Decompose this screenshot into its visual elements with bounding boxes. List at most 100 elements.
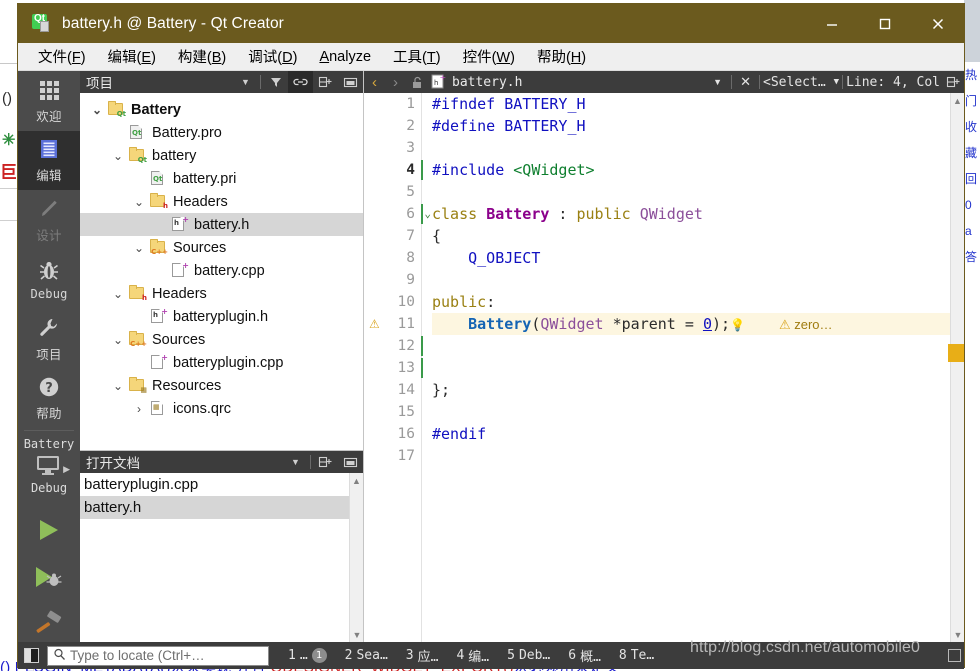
gutter-line-14[interactable]: 14 bbox=[364, 379, 421, 401]
chevron-down-icon[interactable]: ▼ bbox=[707, 71, 728, 93]
gutter-line-11[interactable]: ⚠ 11 bbox=[364, 313, 421, 335]
tree-item-headers[interactable]: ⌄ h Headers bbox=[80, 190, 363, 213]
menu-item-5[interactable]: 工具(T) bbox=[382, 44, 452, 69]
kit-selector[interactable]: Battery ▶ Debug bbox=[18, 431, 80, 499]
open-document-1[interactable]: batteryplugin.cpp bbox=[80, 473, 363, 496]
code-line-17[interactable] bbox=[432, 445, 964, 467]
code-line-13[interactable] bbox=[432, 357, 964, 379]
output-pane-2[interactable]: 2 Sea… bbox=[336, 648, 397, 663]
code-line-5[interactable] bbox=[432, 181, 964, 203]
tree-item-battery-h[interactable]: h + battery.h bbox=[80, 213, 363, 236]
chevron-down-icon[interactable]: ▼ bbox=[834, 77, 839, 87]
chevron-up-icon[interactable]: ▲ bbox=[350, 473, 363, 488]
warning-marker[interactable] bbox=[948, 344, 964, 362]
output-pane-3[interactable]: 3 应… bbox=[397, 646, 448, 665]
mode-Debug[interactable]: Debug bbox=[18, 250, 80, 310]
code-line-15[interactable] bbox=[432, 401, 964, 423]
open-document-0[interactable]: battery.h bbox=[80, 496, 363, 519]
menu-item-2[interactable]: 构建(B) bbox=[167, 44, 237, 69]
code-line-3[interactable] bbox=[432, 137, 964, 159]
tree-item-headers[interactable]: ⌄ h Headers bbox=[80, 282, 363, 305]
gutter-line-10[interactable]: 10 bbox=[364, 291, 421, 313]
menu-item-0[interactable]: 文件(F) bbox=[27, 44, 97, 69]
opendocs-dropdown-icon[interactable]: ▼ bbox=[283, 451, 308, 473]
chevron-down-icon[interactable]: ▼ bbox=[951, 627, 964, 642]
menu-item-4[interactable]: Analyze bbox=[308, 47, 382, 67]
close-icon[interactable]: ✕ bbox=[735, 71, 756, 93]
unlocked-icon[interactable] bbox=[406, 76, 428, 89]
code-line-14[interactable]: }; bbox=[432, 379, 964, 401]
filter-dropdown-icon[interactable]: ▼ bbox=[233, 71, 258, 93]
build-button[interactable] bbox=[29, 611, 69, 642]
gutter-line-2[interactable]: 2 bbox=[364, 115, 421, 137]
gutter-line-4[interactable]: 4 bbox=[364, 159, 423, 181]
code-line-2[interactable]: #define BATTERY_H bbox=[432, 115, 964, 137]
menu-item-3[interactable]: 调试(D) bbox=[237, 44, 308, 69]
output-pane-4[interactable]: 4 编… bbox=[447, 646, 498, 665]
chevron-down-icon[interactable]: ⌄ bbox=[130, 241, 148, 255]
chevron-down-icon[interactable]: ⌄ bbox=[109, 333, 127, 347]
chevron-right-icon[interactable]: › bbox=[385, 71, 406, 93]
editor-code[interactable]: #ifndef BATTERY_H #define BATTERY_H #incl… bbox=[422, 93, 964, 642]
minimize-panel-icon[interactable] bbox=[338, 71, 363, 93]
chevron-up-icon[interactable]: ▲ bbox=[951, 93, 964, 108]
tree-item-resources[interactable]: ⌄ ▦ Resources bbox=[80, 374, 363, 397]
code-line-6[interactable]: class Battery : public QWidget bbox=[432, 203, 964, 225]
tree-item-battery-pri[interactable]: Qt battery.pri bbox=[80, 167, 363, 190]
menu-item-7[interactable]: 帮助(H) bbox=[526, 44, 597, 69]
chevron-down-icon[interactable]: ⌄ bbox=[88, 103, 106, 117]
link-sync-icon[interactable] bbox=[288, 71, 313, 93]
menu-item-6[interactable]: 控件(W) bbox=[452, 44, 526, 69]
lightbulb-icon[interactable]: 💡 bbox=[730, 318, 745, 332]
code-line-16[interactable]: #endif bbox=[432, 423, 964, 445]
progress-square-icon[interactable] bbox=[948, 649, 961, 662]
warning-triangle-icon[interactable]: ⚠ bbox=[369, 317, 380, 331]
output-pane-1[interactable]: 1… 1 bbox=[279, 648, 336, 663]
code-line-12[interactable] bbox=[432, 335, 964, 357]
output-pane-5[interactable]: 5 Deb… bbox=[498, 648, 559, 663]
split-add-icon[interactable] bbox=[943, 71, 964, 93]
gutter-line-7[interactable]: 7 bbox=[364, 225, 421, 247]
editor-scrollbar[interactable]: ▲ ▼ bbox=[948, 93, 964, 642]
filter-icon[interactable] bbox=[263, 71, 288, 93]
project-tree[interactable]: ⌄ Qt Battery Qt Battery.pro ⌄ Qt battery Qt batte… bbox=[80, 93, 363, 450]
tree-item-sources[interactable]: ⌄ C++ Sources bbox=[80, 328, 363, 351]
open-documents-list[interactable]: batteryplugin.cpp battery.h ▲ ▼ bbox=[80, 473, 363, 642]
code-line-11[interactable]: Battery(QWidget *parent = 0);💡 ⚠ zero… bbox=[432, 313, 964, 335]
tree-item-icons-qrc[interactable]: › ▦ icons.qrc bbox=[80, 397, 363, 420]
editor-area[interactable]: 1 2 3 4 5 6 ⌄ 7 8 9 10 ⚠ 11 12 13 14 15 16 17 #ifndef BATT… bbox=[364, 93, 964, 642]
chevron-down-icon[interactable]: ⌄ bbox=[130, 195, 148, 209]
gutter-line-1[interactable]: 1 bbox=[364, 93, 421, 115]
code-line-9[interactable] bbox=[432, 269, 964, 291]
tree-item-batteryplugin-cpp[interactable]: + batteryplugin.cpp bbox=[80, 351, 363, 374]
editor-gutter[interactable]: 1 2 3 4 5 6 ⌄ 7 8 9 10 ⚠ 11 12 13 14 15 16 17 bbox=[364, 93, 431, 642]
minimize-icon[interactable] bbox=[805, 4, 858, 43]
tree-item-battery-pro[interactable]: Qt Battery.pro bbox=[80, 121, 363, 144]
run-button[interactable] bbox=[29, 518, 69, 548]
code-line-7[interactable]: { bbox=[432, 225, 964, 247]
gutter-line-3[interactable]: 3 bbox=[364, 137, 421, 159]
gutter-line-12[interactable]: 12 bbox=[364, 335, 423, 357]
tree-item-battery[interactable]: ⌄ Qt battery bbox=[80, 144, 363, 167]
sidebar-toggle-icon[interactable] bbox=[18, 642, 44, 669]
editor-filename[interactable]: battery.h bbox=[452, 75, 522, 90]
symbol-selector[interactable]: <Select… ▼ bbox=[763, 75, 839, 90]
close-icon[interactable] bbox=[911, 4, 964, 43]
minimize-panel-icon[interactable] bbox=[338, 451, 363, 473]
tree-item-battery[interactable]: ⌄ Qt Battery bbox=[80, 98, 363, 121]
chevron-left-icon[interactable]: ‹ bbox=[364, 71, 385, 93]
maximize-icon[interactable] bbox=[858, 4, 911, 43]
gutter-line-16[interactable]: 16 bbox=[364, 423, 421, 445]
open-documents-scrollbar[interactable]: ▲ ▼ bbox=[349, 473, 363, 642]
code-line-8[interactable]: Q_OBJECT bbox=[432, 247, 964, 269]
gutter-line-15[interactable]: 15 bbox=[364, 401, 421, 423]
output-pane-8[interactable]: 8 Te… bbox=[610, 648, 663, 663]
mode-项目[interactable]: 项目 bbox=[18, 309, 80, 369]
locator-input[interactable]: Type to locate (Ctrl+… bbox=[47, 645, 269, 666]
mode-编辑[interactable]: 编辑 bbox=[18, 130, 80, 190]
mode-帮助[interactable]: ? 帮助 bbox=[18, 369, 80, 429]
tree-item-sources[interactable]: ⌄ C++ Sources bbox=[80, 236, 363, 259]
gutter-line-9[interactable]: 9 bbox=[364, 269, 421, 291]
debug-button[interactable] bbox=[29, 565, 69, 595]
chevron-right-icon[interactable]: › bbox=[130, 402, 148, 416]
